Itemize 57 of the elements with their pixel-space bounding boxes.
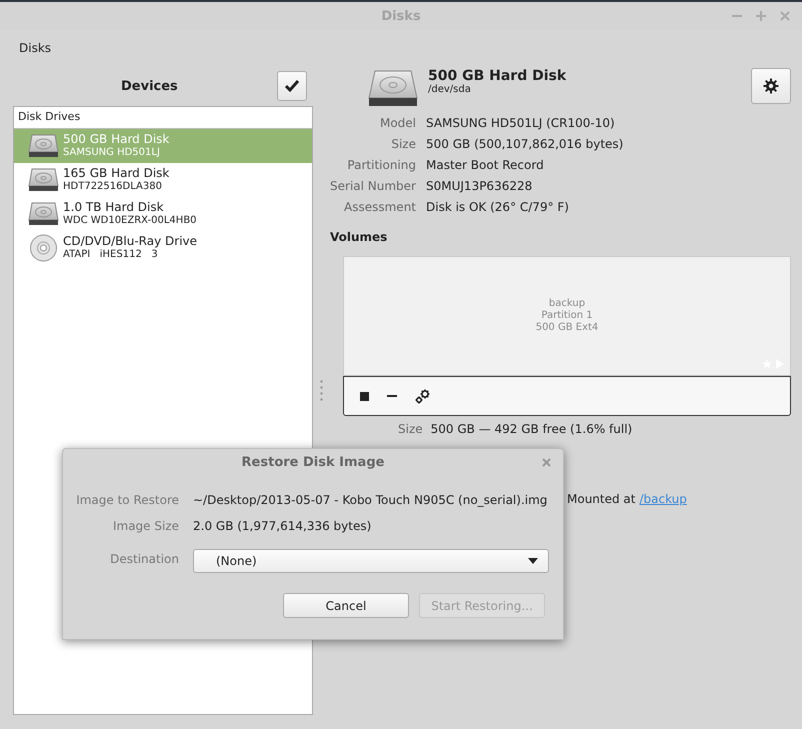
property-label: Size xyxy=(390,137,416,151)
property-label: Size xyxy=(398,422,423,436)
field-label: Destination xyxy=(109,552,179,566)
device-path: /dev/sda xyxy=(428,84,472,95)
minus-icon[interactable] xyxy=(387,395,397,397)
partition-label: 500 GB Ext4 xyxy=(536,322,598,334)
device-name: 165 GB Hard Disk xyxy=(63,167,170,180)
mount-text: Mounted at xyxy=(567,492,636,506)
app-menu[interactable]: Disks xyxy=(19,41,52,55)
cancel-button[interactable]: Cancel xyxy=(283,593,409,618)
close-icon[interactable] xyxy=(542,458,551,467)
disk-title: 500 GB Hard Disk xyxy=(428,68,566,84)
device-model: WDC WD10EZRX-00L4HB0 xyxy=(63,214,197,227)
partition-label: Partition 1 xyxy=(541,310,593,322)
field-label: Image Size xyxy=(112,519,179,533)
destination-dropdown[interactable]: (None) xyxy=(193,549,549,573)
pane-handle-icon[interactable] xyxy=(320,380,323,401)
dialog-title: Restore Disk Image xyxy=(242,454,384,470)
property-label: Serial Number xyxy=(330,179,416,193)
property-value: Master Boot Record xyxy=(426,158,545,172)
field-label: Image to Restore xyxy=(75,493,179,507)
devices-title: Devices xyxy=(121,78,178,94)
hard-disk-icon xyxy=(28,134,59,158)
device-model: HDT722516DLA380 xyxy=(63,180,163,193)
gears-icon[interactable] xyxy=(415,388,431,404)
hard-disk-icon xyxy=(28,202,59,226)
property-value: 500 GB — 492 GB free (1.6% full) xyxy=(430,422,632,436)
property-value: Disk is OK (26° C/79° F) xyxy=(426,200,570,214)
device-name: 500 GB Hard Disk xyxy=(63,133,170,146)
device-item[interactable]: 1.0 TB Hard Disk WDC WD10EZRX-00L4HB0 xyxy=(14,197,312,231)
select-button[interactable] xyxy=(277,71,307,101)
dropdown-arrow-icon xyxy=(528,558,538,564)
settings-button[interactable] xyxy=(751,68,791,104)
device-name: CD/DVD/Blu-Ray Drive xyxy=(63,235,198,248)
optical-disc-icon xyxy=(28,234,59,262)
partition-label: backup xyxy=(548,298,586,310)
property-label: Model xyxy=(378,116,416,130)
device-model: SAMSUNG HD501LJ xyxy=(63,146,161,159)
field-value: ~/Desktop/2013-05-07 - Kobo Touch N905C (no_serial).img xyxy=(193,493,548,507)
hard-disk-icon xyxy=(28,168,59,192)
volumes-title: Volumes xyxy=(330,230,388,244)
property-label: Partitioning xyxy=(346,158,416,172)
property-value: SAMSUNG HD501LJ (CR100-10) xyxy=(426,116,616,130)
field-value: 2.0 GB (1,977,614,336 bytes) xyxy=(193,519,372,533)
property-value: S0MUJ13P636228 xyxy=(426,179,534,193)
close-icon[interactable] xyxy=(780,11,790,21)
device-name: 1.0 TB Hard Disk xyxy=(63,201,165,214)
device-model: ATAPI iHES112 3 xyxy=(63,248,159,261)
settings-icon xyxy=(763,78,779,94)
device-item[interactable]: 165 GB Hard Disk HDT722516DLA380 xyxy=(14,163,312,197)
maximize-icon[interactable] xyxy=(756,11,766,21)
device-item[interactable]: CD/DVD/Blu-Ray Drive ATAPI iHES112 3 xyxy=(14,231,312,265)
property-label: Assessment xyxy=(343,200,416,214)
property-value: 500 GB (500,107,862,016 bytes) xyxy=(426,137,624,151)
hard-disk-icon xyxy=(368,70,418,107)
stop-icon[interactable] xyxy=(360,392,369,400)
checkmark-icon xyxy=(285,80,299,92)
